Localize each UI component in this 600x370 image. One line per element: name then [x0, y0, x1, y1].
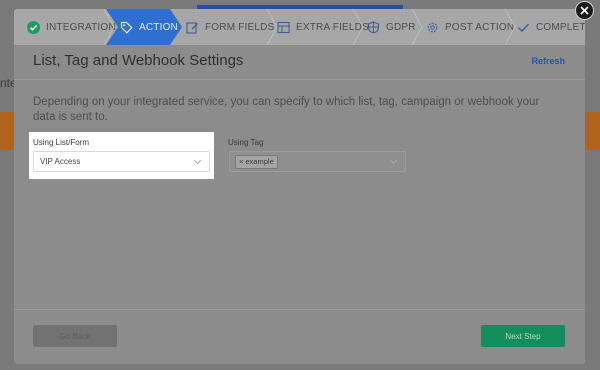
settings-description: Depending on your integrated service, yo… [33, 96, 540, 123]
background-accent-right [584, 112, 600, 150]
check-circle-icon [27, 20, 40, 34]
remove-tag-icon[interactable]: × [239, 157, 243, 166]
header-divider [14, 79, 585, 80]
shield-icon [367, 20, 380, 34]
step-gdpr[interactable]: GDPR [367, 9, 416, 45]
check-icon [517, 21, 530, 34]
table-icon [277, 21, 290, 34]
tag-icon [120, 21, 133, 34]
footer-divider [14, 309, 585, 310]
step-label: ACTION [139, 21, 178, 33]
step-complete[interactable]: COMPLETE [517, 9, 585, 45]
go-back-button[interactable]: Go Back [33, 325, 117, 347]
integration-modal: INTEGRATION ACTION FORM FIELDS EXTRA FIE… [14, 9, 585, 364]
step-label: COMPLETE [536, 21, 585, 33]
page-title: List, Tag and Webhook Settings [33, 52, 244, 69]
close-icon [580, 6, 589, 15]
list-field-highlight: Using List/Form VIP Access [29, 132, 214, 179]
step-post-action[interactable]: POST ACTION [426, 9, 514, 45]
step-separator [352, 9, 364, 45]
next-step-button[interactable]: Next Step [481, 325, 565, 347]
chevron-down-icon [193, 159, 202, 165]
list-select[interactable]: VIP Access [33, 151, 210, 172]
step-form-fields[interactable]: FORM FIELDS [186, 9, 274, 45]
gear-icon [426, 21, 439, 34]
chevron-down-icon [389, 159, 398, 165]
tag-select[interactable]: × example [229, 151, 406, 172]
tag-field-label: Using Tag [228, 138, 264, 147]
list-field-label: Using List/Form [33, 138, 90, 147]
list-select-value: VIP Access [40, 157, 81, 166]
tag-chip-label: example [245, 157, 274, 166]
tag-chip: × example [235, 154, 278, 169]
step-action[interactable]: ACTION [106, 9, 182, 45]
refresh-link[interactable]: Refresh [531, 56, 565, 66]
wizard-steps: INTEGRATION ACTION FORM FIELDS EXTRA FIE… [14, 9, 585, 45]
step-separator [504, 9, 516, 45]
edit-icon [186, 21, 199, 34]
close-button[interactable] [575, 1, 594, 20]
step-separator [411, 9, 423, 45]
